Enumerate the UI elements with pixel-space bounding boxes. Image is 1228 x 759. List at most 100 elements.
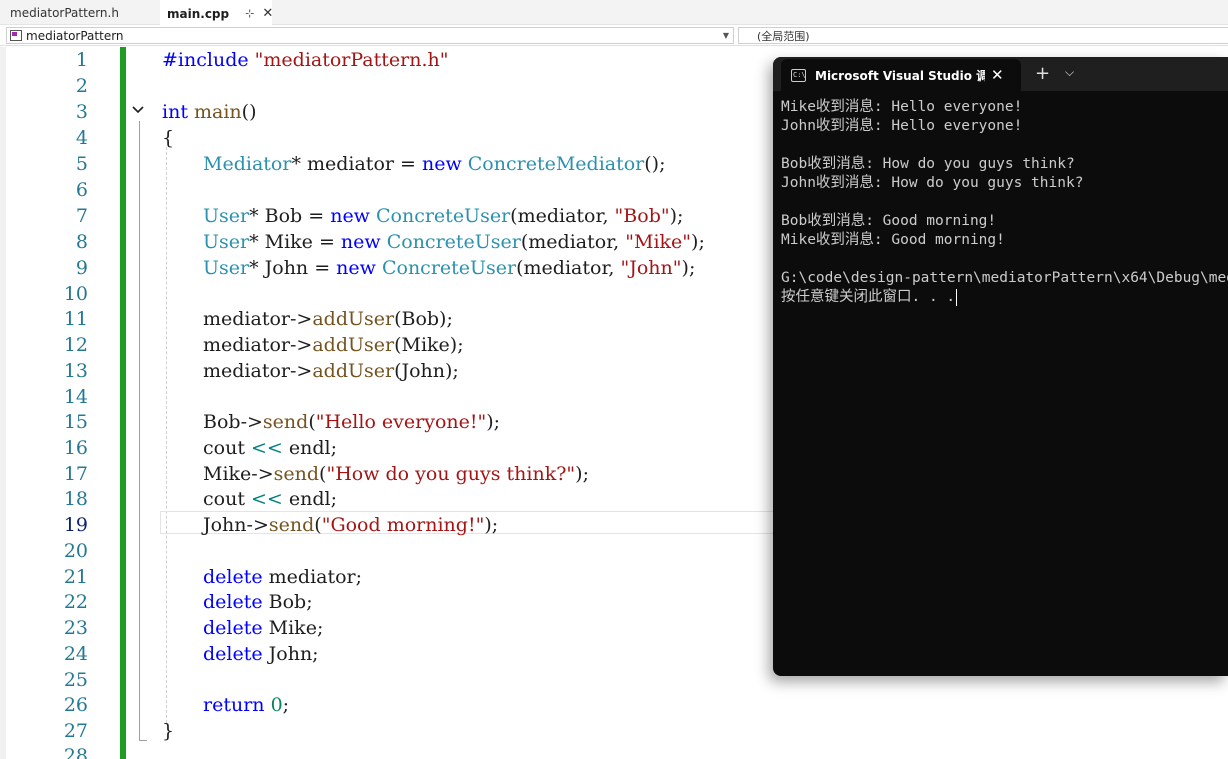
code-line-15[interactable]: Bob->send("Hello everyone!"); — [203, 409, 500, 435]
token: main — [194, 101, 242, 123]
code-line-16[interactable]: cout << endl; — [203, 435, 337, 461]
token: User — [203, 257, 250, 279]
code-line-7[interactable]: User* Bob = new ConcreteUser(mediator, "… — [203, 203, 683, 229]
console-line: Mike收到消息: Good morning! — [781, 232, 1005, 248]
pin-icon[interactable]: ⊹ — [245, 7, 254, 20]
token: new — [336, 257, 376, 279]
code-line-21[interactable]: delete mediator; — [203, 564, 362, 590]
line-number: 24 — [63, 643, 88, 665]
code-line-3[interactable]: int main() — [162, 99, 257, 125]
code-line-17[interactable]: Mike->send("How do you guys think?"); — [203, 461, 589, 487]
line-number: 25 — [63, 669, 88, 691]
token: new — [330, 205, 370, 227]
code-line-23[interactable]: delete Mike; — [203, 615, 323, 641]
token: ); — [691, 231, 705, 253]
selection-margin — [0, 47, 6, 759]
code-line-12[interactable]: mediator->addUser(Mike); — [203, 332, 464, 358]
token: << — [251, 488, 283, 510]
token: ( — [308, 411, 316, 433]
scope-dropdown[interactable]: (全局范围) — [738, 27, 1228, 44]
token: mediator; — [262, 566, 363, 588]
console-title: Microsoft Visual Studio 调试控制台 — [815, 68, 985, 83]
token: * mediator = — [291, 153, 422, 175]
code-line-26[interactable]: return 0; — [203, 692, 289, 718]
debug-console-window[interactable]: C:\ Microsoft Visual Studio 调试控制台 ✕ + ⌵ … — [773, 57, 1228, 676]
chevron-down-icon[interactable]: ▼ — [723, 31, 729, 40]
line-number: 28 — [63, 745, 88, 759]
console-line: Bob收到消息: How do you guys think? — [781, 156, 1075, 172]
token: ); — [486, 411, 501, 433]
line-number: 15 — [63, 411, 88, 433]
console-titlebar[interactable]: C:\ Microsoft Visual Studio 调试控制台 ✕ + ⌵ — [773, 57, 1228, 91]
tab-main-cpp[interactable]: main.cpp ⊹ ✕ — [160, 0, 273, 25]
token: User — [203, 231, 250, 253]
code-line-22[interactable]: delete Bob; — [203, 589, 313, 615]
code-line-18[interactable]: cout << endl; — [203, 486, 337, 512]
token: Mike-> — [203, 463, 274, 485]
code-line-27[interactable]: } — [162, 718, 174, 744]
project-dropdown[interactable]: mediatorPattern ▼ — [6, 27, 734, 44]
tab-label: mediatorPattern.h — [10, 5, 119, 20]
token: cout — [203, 437, 251, 459]
line-number: 10 — [63, 283, 88, 305]
line-number: 8 — [75, 231, 88, 253]
console-output[interactable]: Mike收到消息: Hello everyone! John收到消息: Hell… — [781, 98, 1228, 307]
code-line-24[interactable]: delete John; — [203, 641, 319, 667]
line-number: 5 — [75, 153, 88, 175]
token: (mediator, — [516, 257, 621, 279]
code-line-4[interactable]: { — [162, 125, 174, 151]
close-icon[interactable]: ✕ — [991, 66, 1004, 84]
token: * Bob = — [249, 205, 331, 227]
line-number: 9 — [75, 257, 88, 279]
token: John; — [262, 643, 319, 665]
tab-mediatorpattern-h[interactable]: mediatorPattern.h — [0, 0, 160, 25]
code-line-19[interactable]: John->send("Good morning!"); — [203, 512, 498, 538]
project-icon — [10, 30, 22, 41]
project-name: mediatorPattern — [26, 28, 124, 43]
token: "mediatorPattern.h" — [254, 49, 449, 71]
line-number: 13 — [63, 360, 88, 382]
token: ; — [282, 694, 290, 716]
token: delete — [203, 566, 263, 588]
token: Bob-> — [203, 411, 263, 433]
token: (); — [644, 153, 666, 175]
token: (John); — [394, 360, 459, 382]
indent-guide — [166, 147, 167, 723]
token: ); — [484, 514, 499, 536]
token: 0 — [270, 694, 283, 716]
token: new — [340, 231, 381, 253]
console-line: Mike收到消息: Hello everyone! — [781, 99, 1023, 115]
console-prompt-text: 按任意键关闭此窗口. . . — [781, 289, 956, 305]
line-number: 21 — [63, 566, 88, 588]
new-tab-plus-icon[interactable]: + — [1035, 63, 1050, 84]
outline-fold-line — [139, 121, 140, 741]
token: "Good morning!" — [321, 514, 485, 536]
close-icon[interactable]: ✕ — [262, 6, 273, 21]
console-prompt-line: 按任意键关闭此窗口. . . — [781, 288, 1228, 307]
line-number: 6 — [75, 179, 88, 201]
code-line-9[interactable]: User* John = new ConcreteUser(mediator, … — [203, 255, 695, 281]
change-tracking-bar — [120, 47, 126, 759]
line-number: 16 — [63, 437, 88, 459]
navigation-bar: mediatorPattern ▼ (全局范围) — [0, 25, 1228, 46]
line-number: 12 — [63, 334, 88, 356]
token: ( — [314, 514, 322, 536]
token: addUser — [312, 308, 395, 330]
code-line-13[interactable]: mediator->addUser(John); — [203, 358, 459, 384]
code-line-1[interactable]: #include "mediatorPattern.h" — [162, 47, 449, 73]
token: (mediator, — [520, 231, 626, 253]
code-line-5[interactable]: Mediator* mediator = new ConcreteMediato… — [203, 151, 665, 177]
console-tab[interactable]: C:\ Microsoft Visual Studio 调试控制台 ✕ — [781, 59, 1021, 91]
token: Bob; — [262, 591, 313, 613]
collapse-chevron-icon[interactable] — [131, 103, 145, 117]
token: Mediator — [203, 153, 292, 175]
token: << — [251, 437, 283, 459]
chevron-down-icon[interactable]: ⌵ — [1065, 65, 1074, 80]
console-line: G:\code\design-pattern\mediatorPattern\x… — [781, 270, 1228, 286]
token: mediator-> — [203, 360, 313, 382]
token: int — [162, 101, 188, 123]
code-line-11[interactable]: mediator->addUser(Bob); — [203, 306, 453, 332]
token: * Mike = — [249, 231, 341, 253]
code-line-8[interactable]: User* Mike = new ConcreteUser(mediator, … — [203, 229, 705, 255]
